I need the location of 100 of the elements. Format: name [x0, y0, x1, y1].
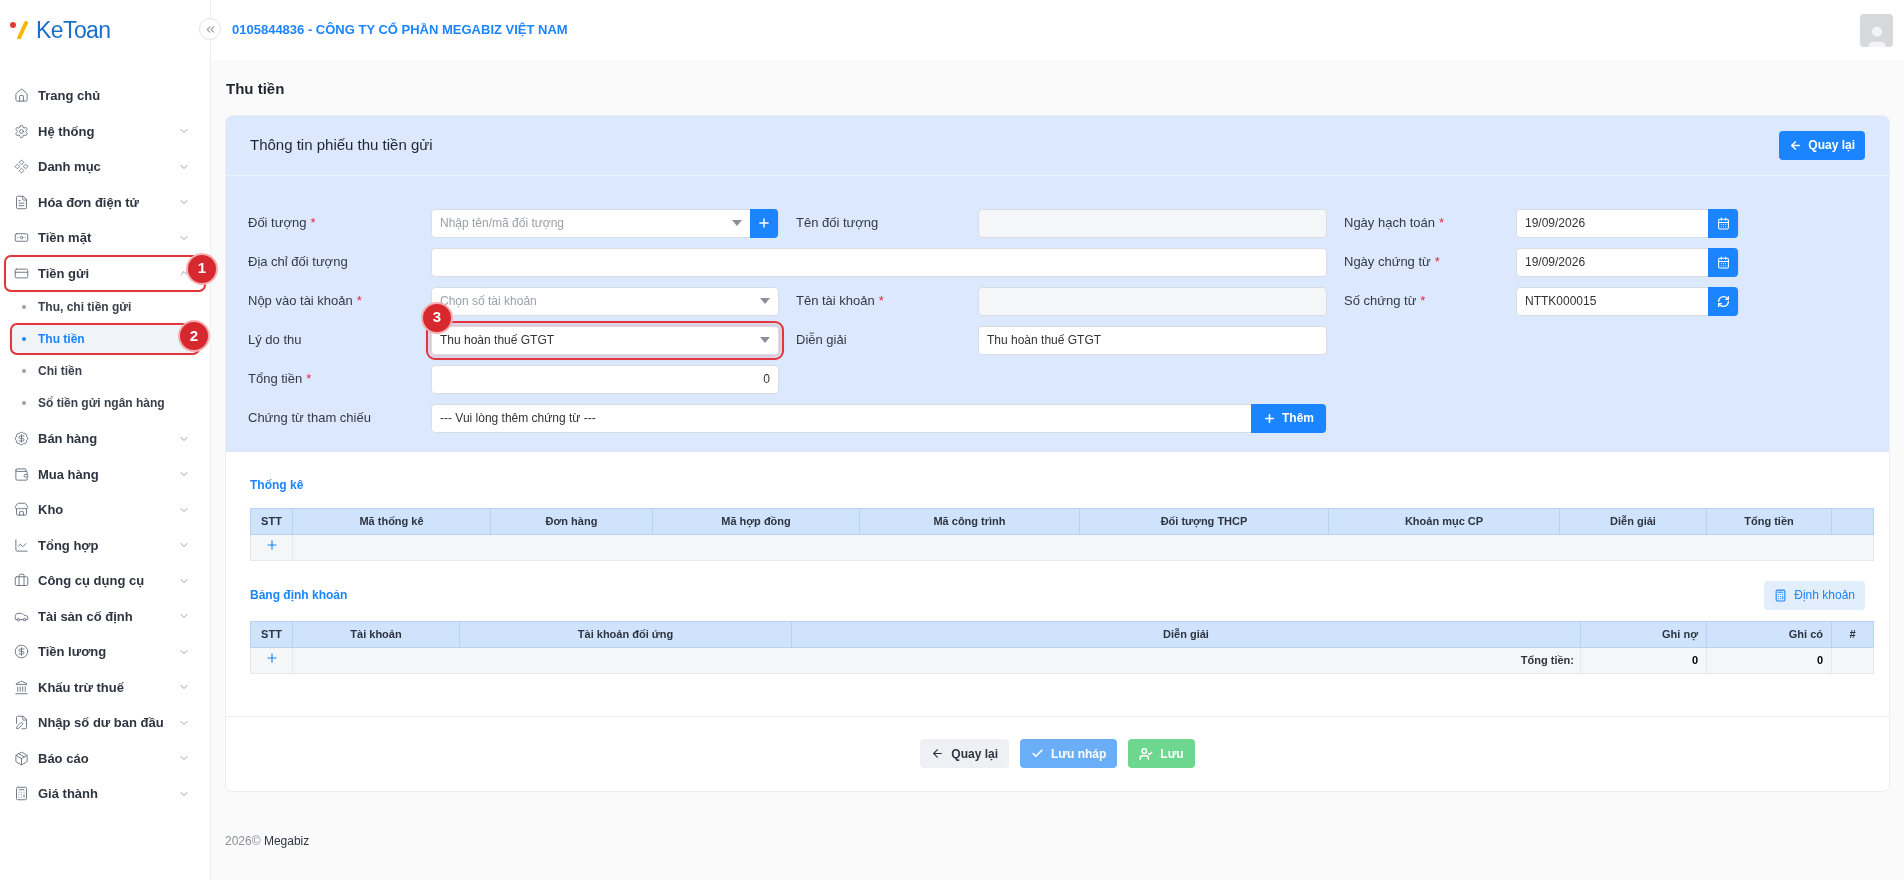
field-label: Đối tượng	[248, 214, 307, 233]
column-header: Tài khoản	[292, 621, 460, 647]
column-header: STT	[250, 621, 293, 647]
footer-company: Megabiz	[263, 833, 310, 848]
column-header: Tài khoản đối ứng	[459, 621, 792, 647]
column-header: Ghi có	[1706, 621, 1832, 647]
line-chart-icon	[14, 537, 29, 553]
user-check-icon	[1139, 746, 1154, 761]
nav-item[interactable]: Danh mục	[6, 150, 204, 184]
required-mark: *	[1434, 253, 1440, 272]
nav-item[interactable]: Hóa đơn điện tử	[6, 185, 204, 219]
nav-item[interactable]: Tiền lương	[6, 635, 204, 669]
calendar-icon	[1716, 216, 1730, 230]
field-label: Tên đối tượng	[796, 214, 879, 233]
back-button[interactable]: Quay lại	[1779, 130, 1865, 160]
nav-item[interactable]: Kho	[6, 493, 204, 527]
calendar-button[interactable]	[1708, 208, 1738, 238]
nav-item[interactable]: Công cụ dụng cụ	[6, 564, 204, 598]
caret-icon	[732, 220, 742, 226]
field-label: Diễn giải	[796, 331, 847, 350]
plus-icon	[264, 537, 279, 552]
nav-item[interactable]: Hệ thống	[6, 114, 204, 148]
field-label: Ngày chứng từ	[1344, 253, 1431, 272]
add-button[interactable]	[750, 208, 778, 238]
required-mark: *	[878, 292, 884, 311]
logo-icon	[10, 21, 30, 39]
arrow-left-icon	[931, 747, 945, 760]
section-title: Thống kê	[250, 476, 305, 494]
briefcase-icon	[14, 573, 29, 589]
nav-subitem[interactable]: Chi tiền	[12, 357, 198, 385]
field-label: Chứng từ tham chiếu	[248, 409, 371, 428]
plus-icon	[757, 216, 771, 230]
wallet-icon	[14, 466, 29, 482]
calendar-button[interactable]	[1708, 247, 1738, 277]
nav-item[interactable]: Tổng hợp	[6, 528, 204, 562]
field-label: Địa chỉ đối tượng	[248, 253, 348, 272]
nav-item[interactable]: Nhập số dư ban đầu	[6, 706, 204, 740]
dollar-badge-icon	[14, 431, 29, 447]
card-title: Thông tin phiếu thu tiền gửi	[250, 134, 433, 155]
callout-badge: 1	[188, 254, 216, 283]
store-icon	[14, 502, 29, 518]
code-field[interactable]: NTTK000015	[1516, 286, 1739, 316]
collapse-button[interactable]	[199, 18, 221, 40]
add-reference-button[interactable]: Thêm	[1251, 403, 1326, 433]
calendar-icon	[1716, 255, 1730, 269]
house-icon	[14, 88, 29, 104]
document-icon	[14, 194, 29, 210]
plus-icon	[264, 650, 279, 665]
footer-year: 2026©	[225, 833, 261, 848]
amount-field[interactable]: 0	[431, 364, 779, 394]
column-header: Mã công trình	[859, 508, 1080, 534]
column-header: Mã thống kê	[292, 508, 491, 534]
column-header: Khoản mục CP	[1328, 508, 1560, 534]
nav-item[interactable]: Trang chủ	[6, 79, 204, 113]
nav-item[interactable]: Mua hàng	[6, 457, 204, 491]
field-label: Lý do thu	[248, 331, 302, 350]
refresh-button[interactable]	[1708, 286, 1738, 316]
page-title: Thu tiền	[225, 79, 286, 99]
total-label: Tổng tiền:	[1520, 653, 1574, 666]
company-title: 0105844836 - CÔNG TY CỔ PHẦN MEGABIZ VIỆT NAM	[232, 21, 568, 40]
reference-field[interactable]: --- Vui lòng thêm chứng từ --- Thêm	[431, 403, 1327, 433]
nav-item[interactable]: Giá thành	[6, 777, 204, 811]
plus-icon	[1263, 411, 1276, 425]
callout-badge: 2	[180, 322, 208, 350]
caret-icon	[760, 337, 770, 343]
date-field[interactable]: 19/09/2026	[1516, 208, 1739, 238]
column-header: #	[1831, 621, 1874, 647]
required-mark: *	[1439, 214, 1445, 233]
column-header: Diễn giải	[1559, 508, 1707, 534]
settings-icon	[14, 123, 29, 139]
input-field[interactable]	[431, 247, 1327, 277]
nav-item[interactable]: Tiền mặt	[6, 221, 204, 255]
column-header: Diễn giải	[791, 621, 1581, 647]
avatar[interactable]	[1860, 13, 1893, 47]
nav-item[interactable]: Tài sản cố định	[6, 599, 204, 633]
back-button[interactable]: Quay lại	[920, 739, 1009, 768]
nav-subitem[interactable]: Sổ tiền gửi ngân hàng	[12, 389, 198, 417]
table-cell: 0	[1816, 653, 1823, 666]
add-row-button[interactable]	[264, 537, 279, 552]
input-field[interactable]: Thu hoàn thuế GTGT	[978, 325, 1327, 355]
required-mark: *	[1420, 292, 1426, 311]
field-label: Nộp vào tài khoản	[248, 292, 353, 311]
nav-subitem[interactable]: Thu, chi tiền gửi	[12, 293, 198, 321]
package-icon	[14, 750, 29, 766]
bank-icon	[14, 679, 29, 695]
add-row-button[interactable]	[264, 650, 279, 665]
nav-item[interactable]: Báo cáo	[6, 741, 204, 775]
grid-icon	[14, 159, 29, 175]
card-icon	[14, 265, 29, 281]
brand-name: KeToan	[36, 15, 111, 45]
nav-item[interactable]: Khấu trừ thuế	[6, 670, 204, 704]
nav-item[interactable]: Bán hàng	[6, 422, 204, 456]
date-field[interactable]: 19/09/2026	[1516, 247, 1739, 277]
column-header: Ghi nợ	[1580, 621, 1707, 647]
file-edit-icon	[14, 715, 29, 731]
calculator-icon	[1774, 588, 1788, 602]
column-header: Tổng tiền	[1706, 508, 1832, 534]
column-header: Đối tượng THCP	[1079, 508, 1329, 534]
field-label: Tên tài khoản	[796, 292, 875, 311]
arrow-left-icon	[1789, 138, 1803, 152]
